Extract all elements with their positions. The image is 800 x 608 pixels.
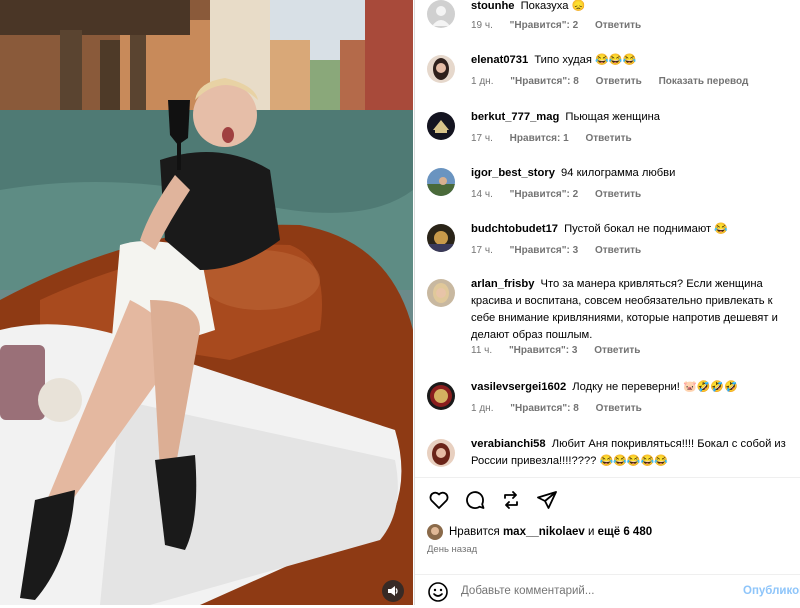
comment-meta: 17 ч. "Нравится": 3 Ответить [471, 245, 655, 256]
comment-text: elenat0731 Типо худая 😂😂😂 [471, 52, 793, 69]
action-icons [427, 488, 559, 512]
video-frame [0, 0, 413, 605]
comment-emoji: 🐷🤣🤣🤣 [683, 381, 738, 393]
comment-meta: 1 дн. "Нравится": 8 Ответить Показать пе… [471, 76, 762, 87]
avatar[interactable] [427, 279, 455, 307]
reply-button[interactable]: Ответить [595, 189, 641, 200]
add-comment-row: Опубликовать [415, 574, 800, 607]
comment-username[interactable]: arlan_frisby [471, 278, 534, 290]
comment-text: budchtobudet17 Пустой бокал не поднимают… [471, 221, 793, 238]
comment-time[interactable]: 17 ч. [471, 133, 493, 144]
avatar[interactable] [427, 55, 455, 83]
comment-message: Типо худая [534, 54, 592, 66]
comment-time[interactable]: 1 дн. [471, 403, 493, 414]
heart-icon[interactable] [427, 488, 451, 512]
comment-icon[interactable] [463, 488, 487, 512]
comment-message: Лодку не переверни! [572, 381, 680, 393]
comment-likes[interactable]: "Нравится": 3 [509, 345, 578, 356]
comment-username[interactable]: budchtobudet17 [471, 223, 558, 235]
comment-text: vasilevsergei1602 Лодку не переверни! 🐷🤣… [471, 379, 793, 396]
comment-item: stounhe Показуха 😞 19 ч. "Нравится": 2 О… [415, 0, 800, 38]
comment-time[interactable]: 14 ч. [471, 189, 493, 200]
comment-username[interactable]: stounhe [471, 0, 515, 12]
comment-emoji: 😞 [571, 0, 586, 12]
likes-conjunction: и [588, 526, 595, 538]
reply-button[interactable]: Ответить [596, 76, 642, 87]
comment-text: stounhe Показуха 😞 [471, 0, 793, 15]
comment-message: 94 килограмма любви [561, 167, 676, 179]
avatar[interactable] [427, 0, 455, 28]
liker-avatar [427, 524, 443, 540]
comment-username[interactable]: berkut_777_mag [471, 111, 559, 123]
share-icon[interactable] [499, 488, 523, 512]
comment-meta: 1 дн. "Нравится": 8 Ответить [471, 403, 656, 414]
comment-likes[interactable]: "Нравится": 2 [510, 189, 579, 200]
comment-meta: 17 ч. Нравится: 1 Ответить [471, 133, 646, 144]
comment-time[interactable]: 17 ч. [471, 245, 493, 256]
comment-emoji: 😂😂😂😂😂 [599, 455, 668, 467]
liker-username[interactable]: max__nikolaev [503, 526, 585, 538]
comment-message: Пустой бокал не поднимают [564, 223, 712, 235]
comment-likes[interactable]: "Нравится": 2 [510, 20, 579, 31]
emoji-picker-icon[interactable] [427, 581, 449, 603]
comment-username[interactable]: verabianchi58 [471, 438, 546, 450]
avatar[interactable] [427, 382, 455, 410]
reply-button[interactable]: Ответить [595, 245, 641, 256]
comment-meta: 14 ч. "Нравится": 2 Ответить [471, 189, 655, 200]
comment-text: arlan_frisby Что за манера кривляться? Е… [471, 276, 793, 344]
likes-summary[interactable]: Нравится max__nikolaev и ещё 6 480 [427, 524, 652, 540]
comment-time[interactable]: 19 ч. [471, 20, 493, 31]
avatar[interactable] [427, 112, 455, 140]
comments-panel: stounhe Показуха 😞 19 ч. "Нравится": 2 О… [414, 0, 800, 605]
comment-item: vasilevsergei1602 Лодку не переверни! 🐷🤣… [415, 379, 800, 423]
comment-username[interactable]: igor_best_story [471, 167, 555, 179]
mute-button[interactable] [382, 580, 404, 602]
comment-item: igor_best_story 94 килограмма любви 14 ч… [415, 165, 800, 209]
avatar[interactable] [427, 224, 455, 252]
comment-likes[interactable]: "Нравится": 8 [510, 403, 579, 414]
comment-item: verabianchi58 Любит Аня покривляться!!!!… [415, 436, 800, 477]
comment-time[interactable]: 11 ч. [471, 345, 492, 356]
comment-meta: 19 ч. "Нравится": 2 Ответить [471, 20, 655, 31]
comment-item: budchtobudet17 Пустой бокал не поднимают… [415, 221, 800, 265]
comment-emoji: 😂😂😂 [595, 54, 637, 66]
comment-likes[interactable]: "Нравится": 3 [510, 245, 579, 256]
post-actions: Нравится max__nikolaev и ещё 6 480 День … [415, 477, 800, 606]
comment-time[interactable]: 1 дн. [471, 76, 493, 87]
comment-item: arlan_frisby Что за манера кривляться? Е… [415, 276, 800, 368]
comments-list[interactable]: stounhe Показуха 😞 19 ч. "Нравится": 2 О… [415, 0, 800, 477]
comment-username[interactable]: elenat0731 [471, 54, 528, 66]
avatar[interactable] [427, 168, 455, 196]
comment-text: berkut_777_mag Пьющая женщина [471, 109, 793, 126]
reply-button[interactable]: Ответить [585, 133, 631, 144]
speaker-icon [388, 586, 398, 596]
show-translation-button[interactable]: Показать перевод [659, 76, 749, 87]
comment-item: elenat0731 Типо худая 😂😂😂 1 дн. "Нравитс… [415, 52, 800, 96]
post-video[interactable] [0, 0, 413, 605]
reply-button[interactable]: Ответить [594, 345, 640, 356]
reply-button[interactable]: Ответить [596, 403, 642, 414]
comment-username[interactable]: vasilevsergei1602 [471, 381, 566, 393]
likes-prefix: Нравится [449, 526, 500, 538]
post-date: День назад [427, 544, 478, 555]
comment-emoji: 😂 [714, 223, 728, 235]
post-comment-button[interactable]: Опубликовать [743, 585, 800, 597]
avatar[interactable] [427, 439, 455, 467]
comment-meta: 11 ч. "Нравится": 3 Ответить [471, 345, 654, 356]
comment-message: Показуха [520, 0, 569, 12]
comment-text: igor_best_story 94 килограмма любви [471, 165, 793, 182]
comment-text: verabianchi58 Любит Аня покривляться!!!!… [471, 436, 793, 470]
comment-likes[interactable]: "Нравится": 8 [510, 76, 579, 87]
comment-item: berkut_777_mag Пьющая женщина 17 ч. Нрав… [415, 109, 800, 153]
reply-button[interactable]: Ответить [595, 20, 641, 31]
send-icon[interactable] [535, 488, 559, 512]
comment-likes[interactable]: Нравится: 1 [510, 133, 569, 144]
comment-input[interactable] [461, 581, 721, 601]
comment-message: Пьющая женщина [565, 111, 661, 123]
likes-count[interactable]: ещё 6 480 [598, 526, 652, 538]
